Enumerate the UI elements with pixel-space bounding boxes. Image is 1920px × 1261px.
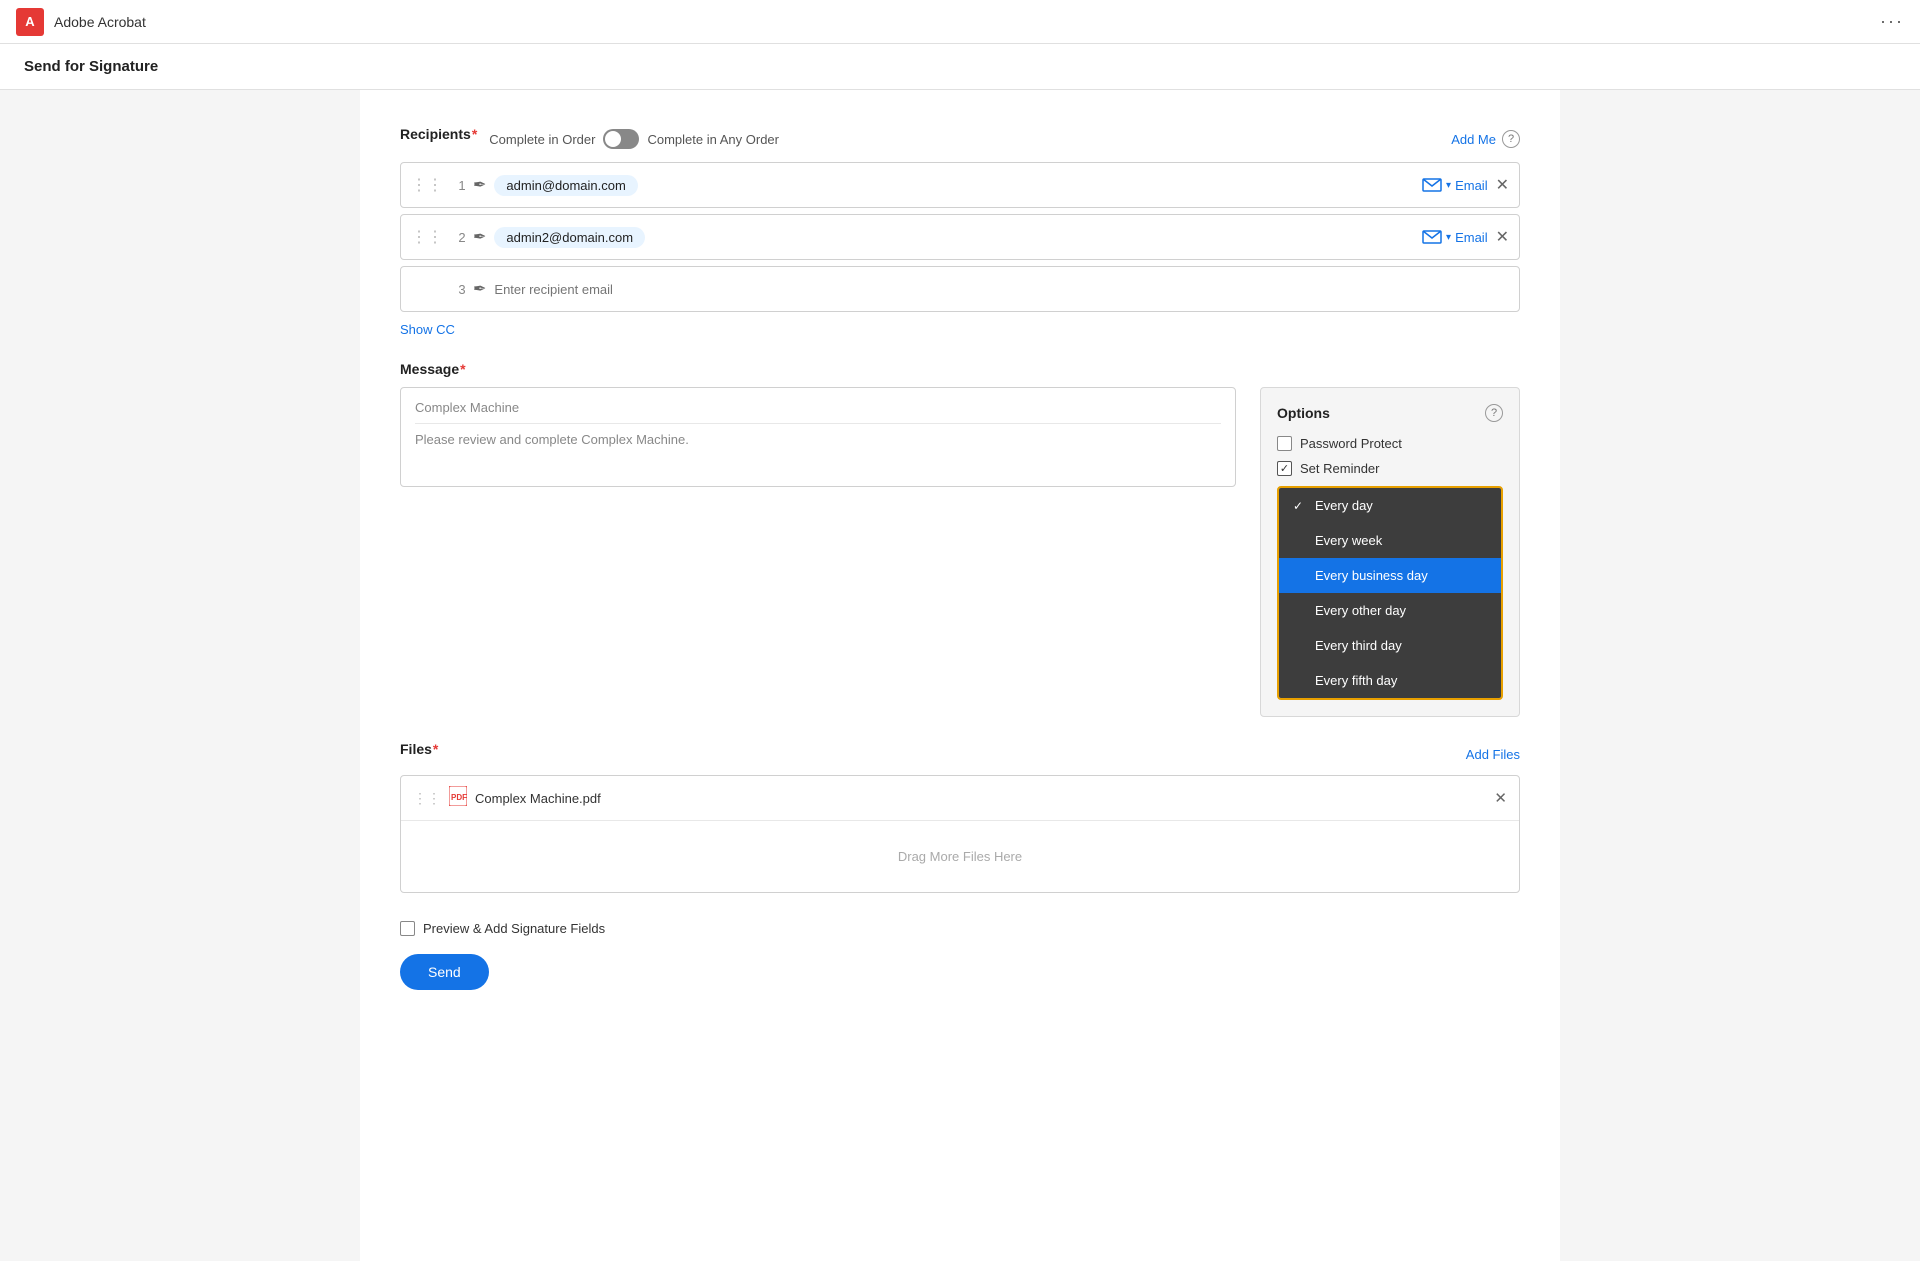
add-me-link[interactable]: Add Me — [1451, 132, 1496, 147]
order-toggle-wrapper: Complete in Order Complete in Any Order — [489, 129, 779, 149]
recipient-num-2: 2 — [451, 230, 473, 245]
bottom-section: Preview & Add Signature Fields Send — [400, 921, 1520, 990]
remove-file-0[interactable]: ✕ — [1494, 789, 1507, 807]
email-svg-1 — [1422, 178, 1442, 192]
dropdown-label-2: Every business day — [1315, 568, 1428, 583]
recipients-help-icon[interactable]: ? — [1502, 130, 1520, 148]
options-title: Options — [1277, 405, 1330, 421]
password-protect-checkbox[interactable] — [1277, 436, 1292, 451]
file-name-0: Complex Machine.pdf — [475, 791, 1486, 806]
dropdown-item-3[interactable]: Every other day — [1279, 593, 1501, 628]
file-item-0: ⋮⋮ PDF Complex Machine.pdf ✕ — [401, 776, 1519, 821]
dropdown-label-5: Every fifth day — [1315, 673, 1397, 688]
recipients-header-right: Add Me ? — [1451, 130, 1520, 148]
file-drag-handle: ⋮⋮ — [413, 790, 441, 807]
recipient-email-2: admin2@domain.com — [494, 227, 645, 248]
page-header: Send for Signature — [0, 44, 1920, 90]
message-section: Message* Complex Machine Please review a… — [400, 361, 1520, 717]
signer-icon-2: ✒ — [473, 227, 486, 247]
remove-recipient-2[interactable]: ✕ — [1496, 227, 1509, 247]
drag-zone[interactable]: Drag More Files Here — [401, 821, 1519, 892]
recipient-row-1: ⋮⋮ 1 ✒ admin@domain.com ▾ Email ✕ — [400, 162, 1520, 208]
send-button[interactable]: Send — [400, 954, 489, 990]
dropdown-label-3: Every other day — [1315, 603, 1406, 618]
dropdown-item-4[interactable]: Every third day — [1279, 628, 1501, 663]
recipients-label: Recipients* — [400, 126, 477, 142]
preview-label: Preview & Add Signature Fields — [423, 921, 605, 936]
recipient-num-1: 1 — [451, 178, 473, 193]
main-content: Recipients* Complete in Order Complete i… — [360, 90, 1560, 1261]
email-svg-2 — [1422, 230, 1442, 244]
preview-row: Preview & Add Signature Fields — [400, 921, 1520, 936]
email-type-1[interactable]: ▾ Email — [1422, 178, 1488, 193]
recipient-email-1: admin@domain.com — [494, 175, 637, 196]
email-type-2[interactable]: ▾ Email — [1422, 230, 1488, 245]
set-reminder-checkbox[interactable] — [1277, 461, 1292, 476]
files-header: Files* Add Files — [400, 741, 1520, 767]
checkmark-0: ✓ — [1293, 499, 1307, 513]
file-list: ⋮⋮ PDF Complex Machine.pdf ✕ Drag More F… — [400, 775, 1520, 893]
recipient-row-3: ⋮⋮ 3 ✒ — [400, 266, 1520, 312]
message-box[interactable]: Complex Machine Please review and comple… — [400, 387, 1236, 487]
signer-icon-1: ✒ — [473, 175, 486, 195]
dropdown-label-4: Every third day — [1315, 638, 1402, 653]
page-title: Send for Signature — [24, 58, 158, 75]
show-cc-link[interactable]: Show CC — [400, 322, 455, 337]
dropdown-item-0[interactable]: ✓ Every day — [1279, 488, 1501, 523]
signer-icon-3: ✒ — [473, 279, 486, 299]
order-toggle[interactable] — [603, 129, 639, 149]
message-subject: Complex Machine — [415, 400, 1221, 424]
options-header: Options ? — [1277, 404, 1503, 422]
dropdown-item-2[interactable]: Every business day — [1279, 558, 1501, 593]
dropdown-label-0: Every day — [1315, 498, 1373, 513]
remove-recipient-1[interactable]: ✕ — [1496, 175, 1509, 195]
drag-handle-1: ⋮⋮ — [411, 175, 443, 195]
password-protect-row: Password Protect — [1277, 436, 1503, 451]
set-reminder-row: Set Reminder — [1277, 461, 1503, 476]
files-section: Files* Add Files ⋮⋮ PDF Complex Machine.… — [400, 741, 1520, 893]
message-area: Complex Machine Please review and comple… — [400, 387, 1236, 487]
more-options-button[interactable]: ··· — [1880, 11, 1904, 32]
recipients-section: Recipients* Complete in Order Complete i… — [400, 126, 1520, 337]
chevron-icon-1: ▾ — [1446, 180, 1451, 191]
set-reminder-label: Set Reminder — [1300, 461, 1379, 476]
svg-text:PDF: PDF — [451, 793, 467, 802]
options-panel: Options ? Password Protect Set Reminder — [1260, 387, 1520, 717]
message-label: Message* — [400, 361, 1520, 377]
email-label-2: Email — [1455, 230, 1488, 245]
recipients-header: Recipients* Complete in Order Complete i… — [400, 126, 1520, 152]
app-name: Adobe Acrobat — [54, 14, 146, 30]
complete-any-order-label: Complete in Any Order — [647, 132, 779, 147]
pdf-icon: PDF — [449, 786, 467, 810]
recipient-num-3: 3 — [451, 282, 473, 297]
recipient-email-input-3[interactable] — [494, 282, 1509, 297]
complete-in-order-label: Complete in Order — [489, 132, 595, 147]
options-help-icon[interactable]: ? — [1485, 404, 1503, 422]
reminder-dropdown: ✓ Every day Every week Every business da… — [1277, 486, 1503, 700]
form-row: Complex Machine Please review and comple… — [400, 387, 1520, 717]
add-files-link[interactable]: Add Files — [1466, 747, 1520, 762]
dropdown-label-1: Every week — [1315, 533, 1382, 548]
drag-handle-2: ⋮⋮ — [411, 227, 443, 247]
acrobat-logo: A — [16, 8, 44, 36]
dropdown-item-1[interactable]: Every week — [1279, 523, 1501, 558]
chevron-icon-2: ▾ — [1446, 232, 1451, 243]
password-protect-label: Password Protect — [1300, 436, 1402, 451]
email-label-1: Email — [1455, 178, 1488, 193]
dropdown-item-5[interactable]: Every fifth day — [1279, 663, 1501, 698]
message-body: Please review and complete Complex Machi… — [415, 432, 1221, 447]
recipient-row-2: ⋮⋮ 2 ✒ admin2@domain.com ▾ Email ✕ — [400, 214, 1520, 260]
title-bar-left: A Adobe Acrobat — [16, 8, 146, 36]
title-bar: A Adobe Acrobat ··· — [0, 0, 1920, 44]
preview-checkbox[interactable] — [400, 921, 415, 936]
files-label: Files* — [400, 741, 438, 757]
